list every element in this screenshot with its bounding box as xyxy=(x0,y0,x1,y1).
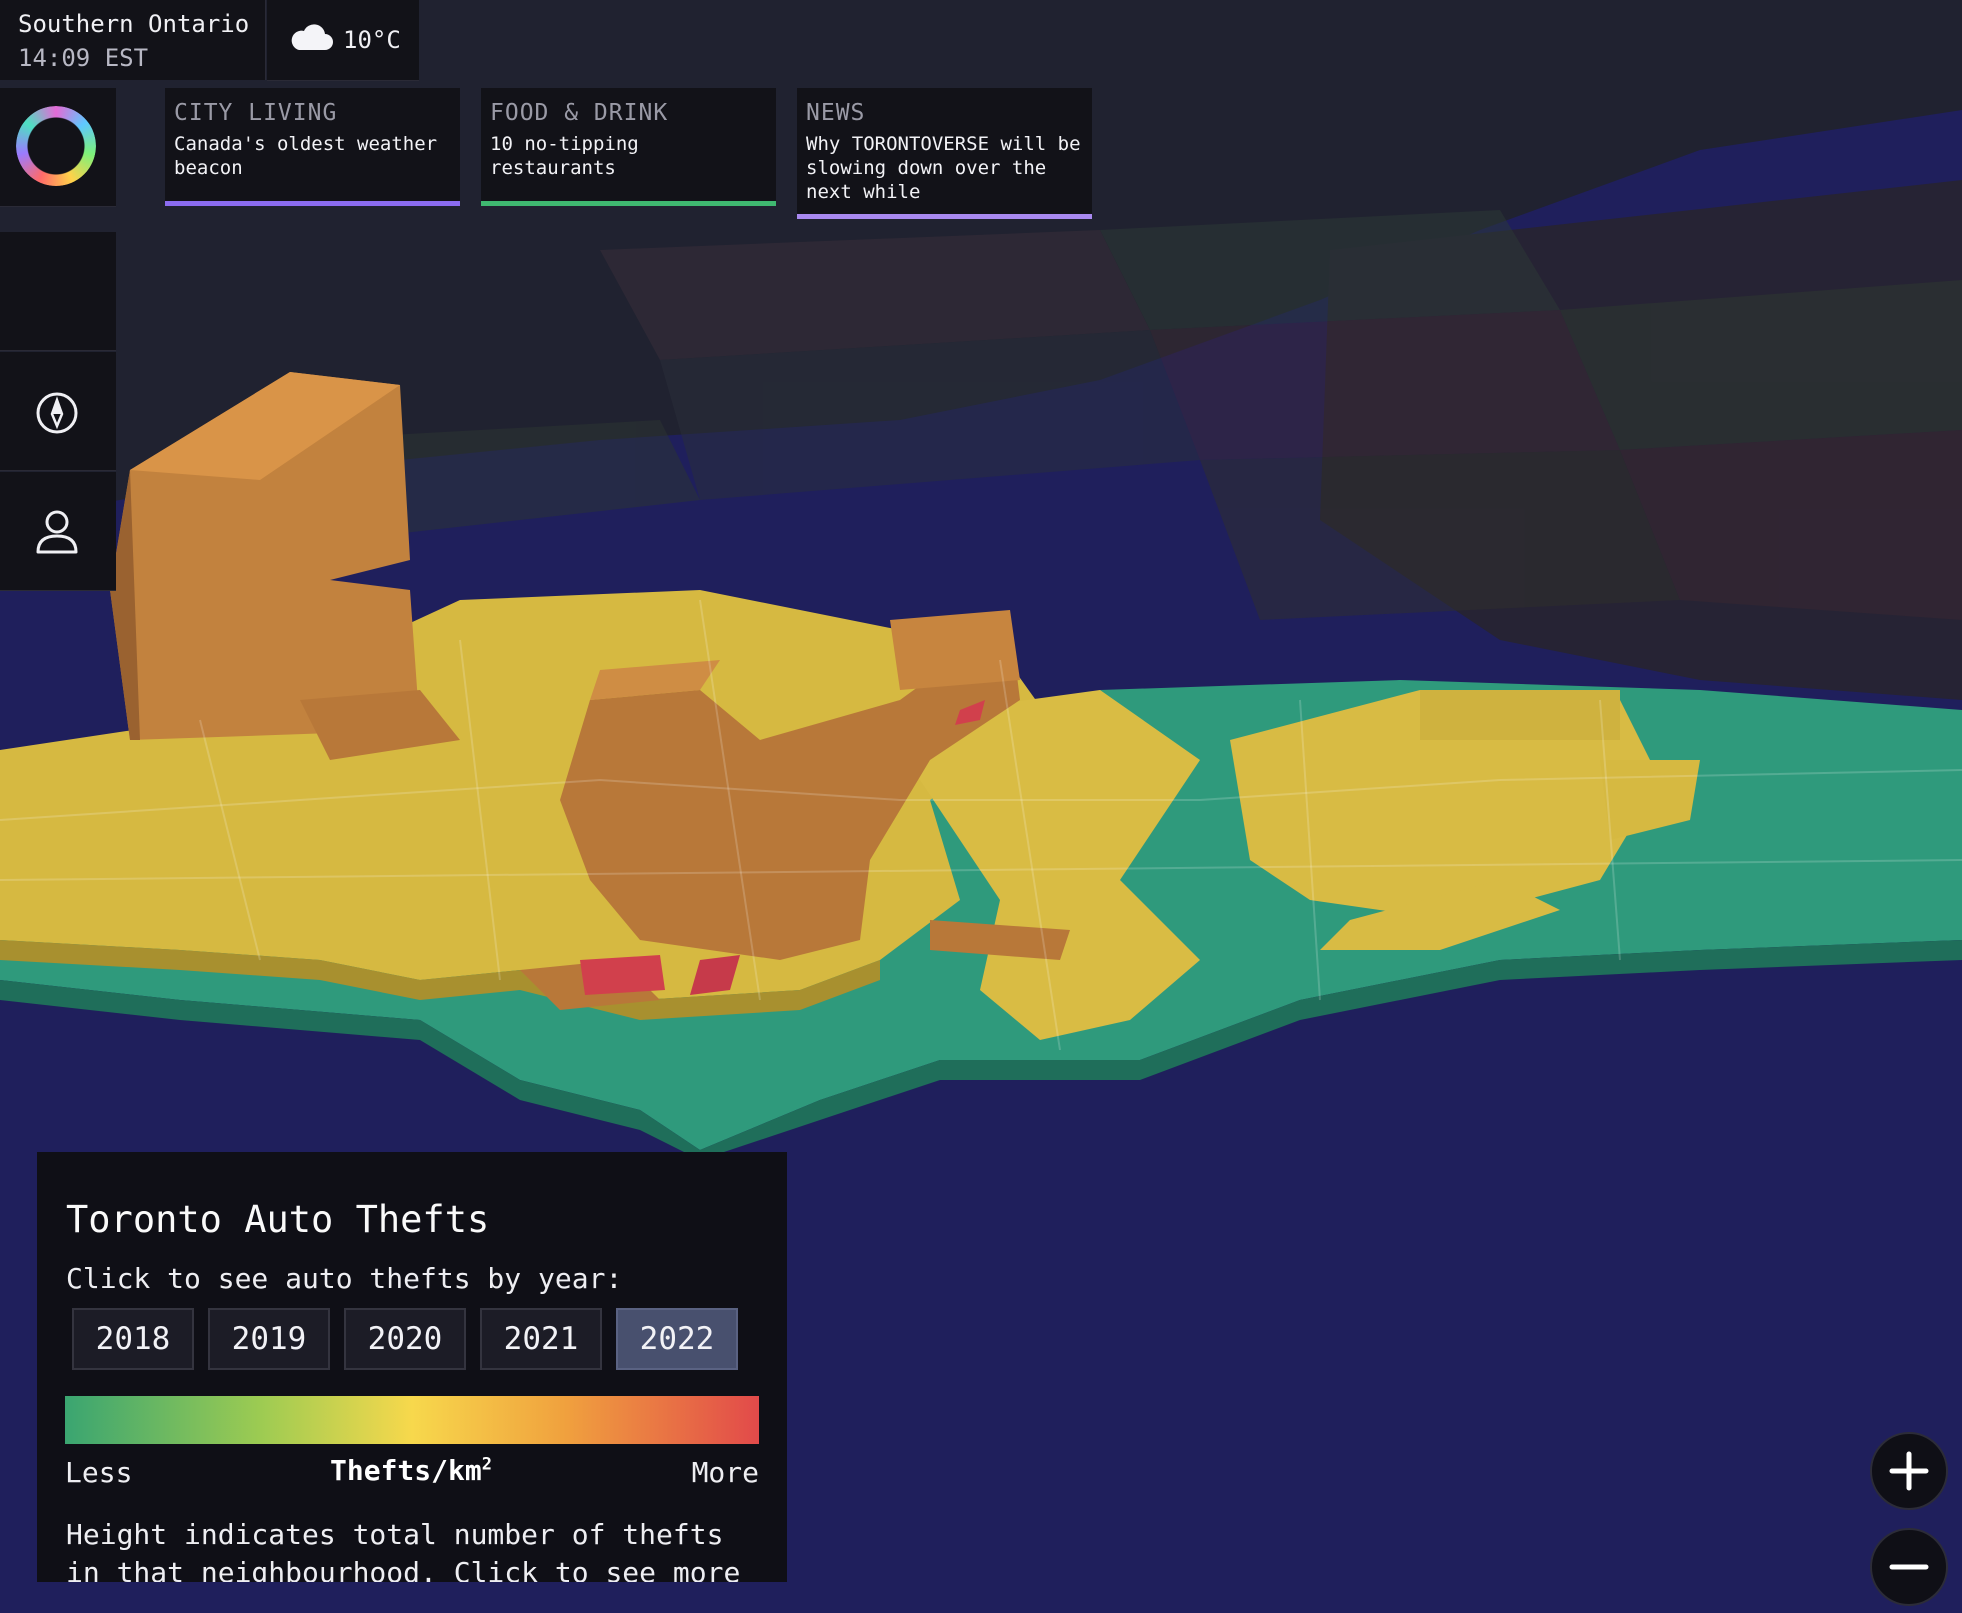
sidebar-blank-button[interactable] xyxy=(0,232,116,351)
scale-unit-text: Thefts/km xyxy=(330,1454,482,1487)
legend-title: Toronto Auto Thefts xyxy=(66,1198,490,1241)
news-card-title: 10 no-tipping restaurants xyxy=(490,133,639,179)
news-card-category: NEWS xyxy=(806,100,866,126)
year-button-2021[interactable]: 2021 xyxy=(480,1308,602,1370)
legend-panel: Toronto Auto Thefts Click to see auto th… xyxy=(37,1152,787,1582)
news-card-news[interactable]: NEWS Why TORONTOVERSE will be slowing do… xyxy=(797,88,1092,219)
profile-button[interactable] xyxy=(0,472,116,591)
news-card-accent xyxy=(797,214,1092,219)
year-button-2022[interactable]: 2022 xyxy=(616,1308,738,1370)
year-button-2019[interactable]: 2019 xyxy=(208,1308,330,1370)
year-button-2018[interactable]: 2018 xyxy=(72,1308,194,1370)
zoom-out-button[interactable] xyxy=(1870,1528,1948,1606)
scale-label-more: More xyxy=(691,1456,759,1489)
news-card-city-living[interactable]: CITY LIVING Canada's oldest weather beac… xyxy=(165,88,460,206)
color-scale-bar xyxy=(65,1396,759,1444)
scale-unit-exponent: 2 xyxy=(481,1454,492,1475)
location-time: 14:09 EST xyxy=(18,44,149,72)
home-logo-button[interactable] xyxy=(0,88,116,207)
cloud-icon xyxy=(291,24,333,50)
location-name: Southern Ontario xyxy=(18,10,250,38)
news-card-title: Canada's oldest weather beacon xyxy=(174,133,438,179)
weather-panel: 10°C xyxy=(267,0,419,81)
year-button-2020[interactable]: 2020 xyxy=(344,1308,466,1370)
legend-prompt: Click to see auto thefts by year: xyxy=(66,1262,623,1295)
minus-icon xyxy=(1889,1564,1929,1570)
compass-button[interactable] xyxy=(0,352,116,471)
scale-label-less: Less xyxy=(65,1456,133,1489)
legend-description: Height indicates total number of thefts … xyxy=(66,1518,741,1582)
news-card-accent xyxy=(481,201,776,206)
zoom-in-button[interactable] xyxy=(1870,1432,1948,1510)
user-icon xyxy=(36,510,78,554)
news-card-category: CITY LIVING xyxy=(174,100,338,126)
weather-temperature: 10°C xyxy=(343,26,401,54)
location-panel: Southern Ontario 14:09 EST xyxy=(0,0,266,80)
news-card-category: FOOD & DRINK xyxy=(490,100,669,126)
news-card-title: Why TORONTOVERSE will be slowing down ov… xyxy=(806,133,1081,203)
logo-icon xyxy=(16,106,96,186)
zone-red-hotspot xyxy=(580,955,665,995)
scale-unit-label: Thefts/km2 xyxy=(330,1454,492,1487)
plus-icon xyxy=(1889,1451,1929,1491)
news-card-food-drink[interactable]: FOOD & DRINK 10 no-tipping restaurants xyxy=(481,88,776,206)
year-selector: 2018 2019 2020 2021 2022 xyxy=(72,1308,738,1370)
news-card-accent xyxy=(165,201,460,206)
compass-icon xyxy=(36,392,78,434)
